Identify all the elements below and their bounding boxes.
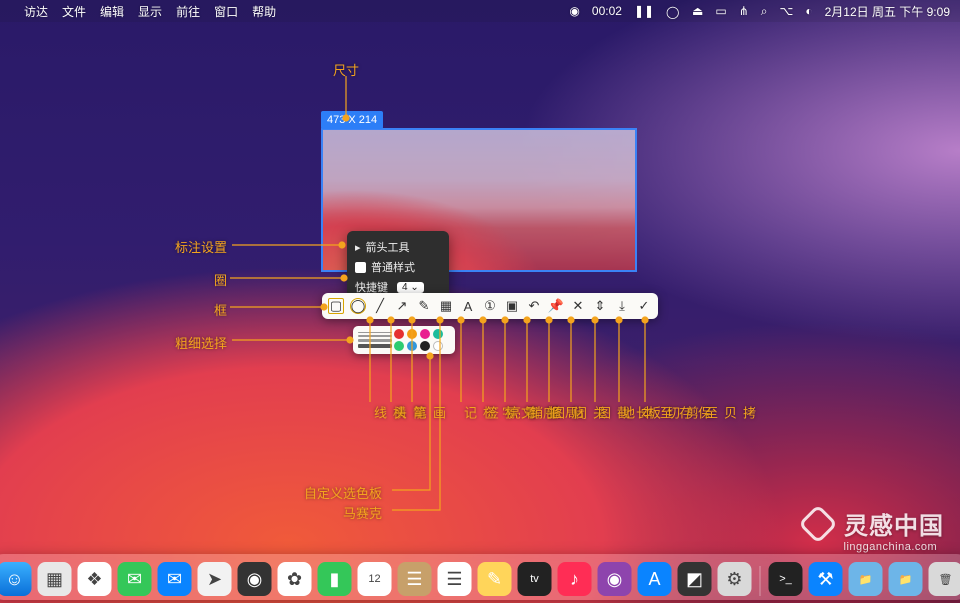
menu-文件[interactable]: 文件 (62, 3, 86, 20)
record-time: 00:02 (592, 4, 622, 18)
dock-screenshot[interactable]: ◩ (678, 562, 712, 596)
tool-line[interactable]: ╱ (372, 298, 388, 314)
tool-text[interactable]: A (460, 298, 476, 314)
dock-xcode[interactable]: ⚒ (809, 562, 843, 596)
watermark-title: 灵感中国 (844, 513, 944, 540)
tool-save[interactable]: ⤓ (614, 298, 630, 314)
color-swatch[interactable] (433, 329, 443, 339)
tool-scrollshot[interactable]: ⇕ (592, 298, 608, 314)
color-swatches (394, 329, 444, 351)
color-swatch[interactable] (433, 341, 443, 351)
tool-mosaic[interactable]: ▦ (438, 298, 454, 314)
dock-contacts[interactable]: ☰ (398, 562, 432, 596)
watermark-logo-icon (798, 504, 838, 544)
control-center-icon[interactable]: ⌥ (780, 4, 794, 18)
thickness-picker[interactable] (358, 332, 392, 348)
menu-帮助[interactable]: 帮助 (252, 3, 276, 20)
menubar-status: ◉ 00:02 ❚❚ ◯ ⏏ ▭ ⋔ ⌕ ⌥ ◐ 2月12日 周五 下午 9:0… (569, 3, 950, 20)
dock-bin[interactable]: 🗑 (929, 562, 960, 596)
search-icon[interactable]: ⌕ (761, 4, 768, 19)
dock-folder1[interactable]: 📁 (849, 562, 883, 596)
annotation-toolbar: ▢ ◯ ╱ ↗ ✎ ▦ A① ▣ ↶ 📌 ✕ ⇕ ⤓ ✓ (322, 293, 658, 319)
dock-maps[interactable]: ➤ (198, 562, 232, 596)
tool-highlight[interactable]: ▣ (504, 298, 520, 314)
menu-显示[interactable]: 显示 (138, 3, 162, 20)
dock-safari[interactable]: ❖ (78, 562, 112, 596)
dock-launchpad[interactable]: ▦ (38, 562, 72, 596)
color-swatch[interactable] (420, 341, 430, 351)
tool-oval[interactable]: ◯ (350, 298, 366, 314)
dock-folder2[interactable]: 📁 (889, 562, 923, 596)
popover-title: ▸ 箭头工具 (355, 237, 441, 257)
dock-camera[interactable]: ◉ (238, 562, 272, 596)
dock-podcasts[interactable]: ◉ (598, 562, 632, 596)
tool-copy[interactable]: ✓ (636, 298, 652, 314)
ann-box: 框 (214, 300, 227, 319)
selection-size-badge: 473 X 214 (321, 111, 383, 129)
menu-前往[interactable]: 前往 (176, 3, 200, 20)
style-label: 普通样式 (371, 259, 415, 275)
dock-terminal[interactable]: >_ (769, 562, 803, 596)
color-swatch[interactable] (407, 329, 417, 339)
desktop: 访达文件编辑显示前往窗口帮助 ◉ 00:02 ❚❚ ◯ ⏏ ▭ ⋔ ⌕ ⌥ ◐ … (0, 0, 960, 603)
ann-size: 尺寸 (333, 60, 359, 79)
callout-2: 画笔 (410, 406, 448, 421)
color-swatch[interactable] (407, 341, 417, 351)
dock-music[interactable]: ♪ (558, 562, 592, 596)
dock-calendar[interactable]: 12 (358, 562, 392, 596)
menu-访达[interactable]: 访达 (24, 3, 48, 20)
tool-pin[interactable]: 📌 (548, 298, 564, 314)
dock-settings[interactable]: ⚙ (718, 562, 752, 596)
menu-编辑[interactable]: 编辑 (100, 3, 124, 20)
dock-messages[interactable]: ✉ (118, 562, 152, 596)
watermark-sub: lingganchina.com (844, 541, 944, 553)
wifi-icon[interactable]: ⋔ (739, 4, 749, 18)
shortcut-key[interactable]: 4 ⌄ (397, 282, 424, 293)
ann-thickness: 粗细选择 (175, 333, 227, 352)
dock-tv[interactable]: tv (518, 562, 552, 596)
battery-icon[interactable]: ▭ (715, 4, 726, 18)
color-swatch[interactable] (394, 329, 404, 339)
lock-icon[interactable]: ⏏ (692, 4, 703, 18)
dock: ☺▦❖✉✉➤◉✿▮12☰☰✎tv♪◉A◩⚙>_⚒📁📁🗑 (0, 554, 960, 600)
ann-circle: 圈 (214, 270, 227, 289)
dock-facetime[interactable]: ▮ (318, 562, 352, 596)
dock-mail[interactable]: ✉ (158, 562, 192, 596)
ann-mosaic: 马赛克 (343, 503, 382, 522)
tool-undo[interactable]: ↶ (526, 298, 542, 314)
ann-palette: 自定义选色板 (304, 483, 382, 502)
tool-close[interactable]: ✕ (570, 298, 586, 314)
watermark: 灵感中国 lingganchina.com (804, 506, 944, 553)
dock-photos[interactable]: ✿ (278, 562, 312, 596)
callout-11: 拷贝至剪切板 (644, 406, 758, 421)
dock-notes[interactable]: ✎ (478, 562, 512, 596)
pause-icon[interactable]: ❚❚ (634, 4, 654, 18)
status-circle-icon[interactable]: ◯ (666, 5, 680, 17)
dock-finder[interactable]: ☺ (0, 562, 32, 596)
ann-mark-settings: 标注设置 (175, 237, 227, 256)
tool-arrow[interactable]: ↗ (394, 298, 410, 314)
brush-panel (353, 326, 455, 354)
dock-appstore[interactable]: A (638, 562, 672, 596)
color-swatch[interactable] (394, 341, 404, 351)
siri-icon[interactable]: ◐ (805, 4, 812, 18)
menu-窗口[interactable]: 窗口 (214, 3, 238, 20)
record-icon[interactable]: ◉ (569, 4, 579, 18)
dock-separator (760, 566, 761, 596)
clock[interactable]: 2月12日 周五 下午 9:09 (825, 3, 950, 20)
menubar: 访达文件编辑显示前往窗口帮助 ◉ 00:02 ❚❚ ◯ ⏏ ▭ ⋔ ⌕ ⌥ ◐ … (0, 0, 960, 22)
dock-reminders[interactable]: ☰ (438, 562, 472, 596)
tool-number[interactable]: ① (482, 298, 498, 314)
color-swatch[interactable] (420, 329, 430, 339)
tool-rect[interactable]: ▢ (328, 298, 344, 314)
style-checkbox[interactable] (355, 262, 366, 273)
tool-pen[interactable]: ✎ (416, 298, 432, 314)
